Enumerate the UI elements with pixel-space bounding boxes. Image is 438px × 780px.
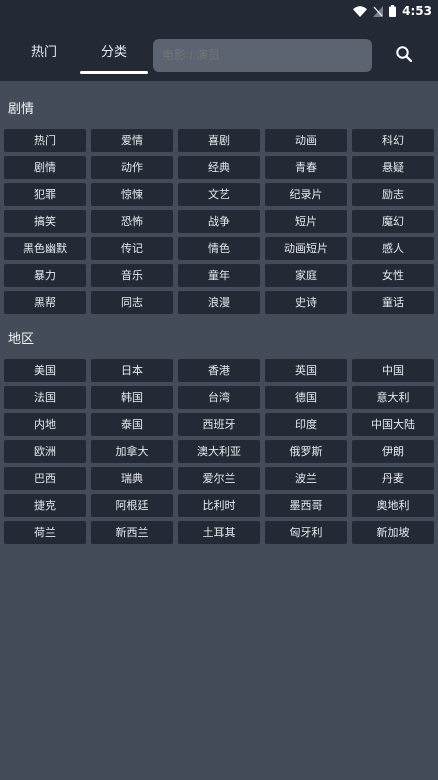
region-chip[interactable]: 韩国 — [91, 386, 173, 409]
genre-chip[interactable]: 黑帮 — [4, 291, 86, 314]
region-chip[interactable]: 新加坡 — [352, 521, 434, 544]
region-chip[interactable]: 意大利 — [352, 386, 434, 409]
region-chip[interactable]: 荷兰 — [4, 521, 86, 544]
battery-icon — [389, 2, 397, 21]
status-time: 4:53 — [402, 4, 432, 18]
region-chip[interactable]: 英国 — [265, 359, 347, 382]
active-tab-indicator — [80, 71, 148, 74]
region-chip[interactable]: 俄罗斯 — [265, 440, 347, 463]
genre-chip[interactable]: 悬疑 — [352, 156, 434, 179]
region-chip[interactable]: 匈牙利 — [265, 521, 347, 544]
region-chip[interactable]: 台湾 — [178, 386, 260, 409]
region-chip[interactable]: 印度 — [265, 413, 347, 436]
genre-chip[interactable]: 短片 — [265, 210, 347, 233]
region-chip[interactable]: 奥地利 — [352, 494, 434, 517]
region-chip[interactable]: 波兰 — [265, 467, 347, 490]
genre-chip[interactable]: 黑色幽默 — [4, 237, 86, 260]
genre-chip[interactable]: 爱情 — [91, 129, 173, 152]
genre-chip[interactable]: 传记 — [91, 237, 173, 260]
region-chip[interactable]: 欧洲 — [4, 440, 86, 463]
genre-chip[interactable]: 犯罪 — [4, 183, 86, 206]
region-chip[interactable]: 中国 — [352, 359, 434, 382]
region-chip[interactable]: 香港 — [178, 359, 260, 382]
genre-chip[interactable]: 恐怖 — [91, 210, 173, 233]
wifi-icon — [353, 2, 368, 21]
region-chip[interactable]: 中国大陆 — [352, 413, 434, 436]
region-chip[interactable]: 加拿大 — [91, 440, 173, 463]
region-chip[interactable]: 澳大利亚 — [178, 440, 260, 463]
region-chip[interactable]: 德国 — [265, 386, 347, 409]
region-grid: 美国 日本 香港 英国 中国法国 韩国 台湾 德国 意大利内地 泰国 西班牙 印度 中国大陆欧洲 加拿大澳… — [4, 359, 435, 544]
region-chip[interactable]: 阿根廷 — [91, 494, 173, 517]
genre-chip[interactable]: 家庭 — [265, 264, 347, 287]
genre-chip[interactable]: 励志 — [352, 183, 434, 206]
genre-chip[interactable]: 暴力 — [4, 264, 86, 287]
genre-chip[interactable]: 动作 — [91, 156, 173, 179]
region-chip[interactable]: 瑞典 — [91, 467, 173, 490]
genre-section-title: 剧情 — [8, 102, 35, 117]
genre-chip[interactable]: 动画 — [265, 129, 347, 152]
search-input[interactable] — [153, 39, 372, 72]
region-chip[interactable]: 爱尔兰 — [178, 467, 260, 490]
status-bar: 4:53 — [0, 0, 438, 22]
genre-chip[interactable]: 童年 — [178, 264, 260, 287]
status-icons: 4:53 — [353, 2, 432, 20]
region-chip[interactable]: 泰国 — [91, 413, 173, 436]
genre-chip[interactable]: 科幻 — [352, 129, 434, 152]
genre-grid: 热门 爱情 喜剧 动画 科幻剧情 动作 经典 青春 悬疑犯罪 惊悚 文艺 纪录片 励志搞笑 恐怖 战争 短片魔… — [4, 129, 435, 314]
genre-chip[interactable]: 女性 — [352, 264, 434, 287]
genre-chip[interactable]: 青春 — [265, 156, 347, 179]
genre-chip[interactable]: 战争 — [178, 210, 260, 233]
genre-chip[interactable]: 惊悚 — [91, 183, 173, 206]
region-chip[interactable]: 新西兰 — [91, 521, 173, 544]
genre-chip[interactable]: 浪漫 — [178, 291, 260, 314]
region-chip[interactable]: 日本 — [91, 359, 173, 382]
region-chip[interactable]: 法国 — [4, 386, 86, 409]
region-chip[interactable]: 巴西 — [4, 467, 86, 490]
search-button[interactable] — [392, 44, 416, 68]
region-chip[interactable]: 捷克 — [4, 494, 86, 517]
region-chip[interactable]: 西班牙 — [178, 413, 260, 436]
region-chip[interactable]: 丹麦 — [352, 467, 434, 490]
header-bar: 热门 分类 — [0, 22, 438, 81]
region-chip[interactable]: 内地 — [4, 413, 86, 436]
genre-chip[interactable]: 文艺 — [178, 183, 260, 206]
search-icon — [395, 45, 413, 67]
region-chip[interactable]: 比利时 — [178, 494, 260, 517]
genre-chip[interactable]: 同志 — [91, 291, 173, 314]
region-chip[interactable]: 美国 — [4, 359, 86, 382]
genre-chip[interactable]: 搞笑 — [4, 210, 86, 233]
genre-chip[interactable]: 魔幻 — [352, 210, 434, 233]
tab-hot[interactable]: 热门 — [9, 22, 79, 81]
region-chip[interactable]: 墨西哥 — [265, 494, 347, 517]
genre-chip[interactable]: 热门 — [4, 129, 86, 152]
genre-chip[interactable]: 史诗 — [265, 291, 347, 314]
genre-chip[interactable]: 动画短片 — [265, 237, 347, 260]
genre-chip[interactable]: 童话 — [352, 291, 434, 314]
genre-chip[interactable]: 喜剧 — [178, 129, 260, 152]
region-chip[interactable]: 伊朗 — [352, 440, 434, 463]
genre-chip[interactable]: 经典 — [178, 156, 260, 179]
genre-chip[interactable]: 感人 — [352, 237, 434, 260]
genre-chip[interactable]: 纪录片 — [265, 183, 347, 206]
region-section-title: 地区 — [8, 332, 35, 347]
genre-chip[interactable]: 音乐 — [91, 264, 173, 287]
genre-chip[interactable]: 情色 — [178, 237, 260, 260]
genre-chip[interactable]: 剧情 — [4, 156, 86, 179]
region-chip[interactable]: 土耳其 — [178, 521, 260, 544]
no-signal-icon — [373, 2, 384, 21]
